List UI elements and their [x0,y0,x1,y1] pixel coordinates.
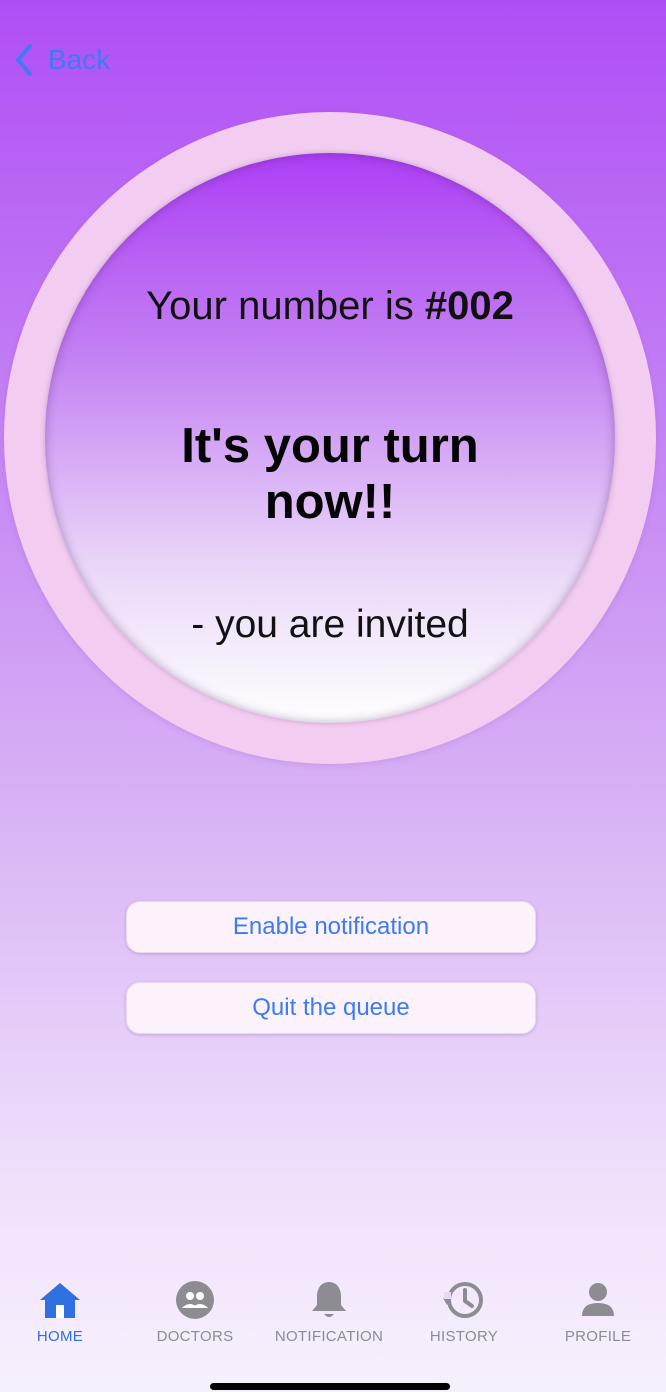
invited-subline: - you are invited [191,603,469,646]
tab-profile[interactable]: PROFILE [533,1270,663,1350]
back-button[interactable]: Back [12,40,110,80]
queue-number-line: Your number is #002 [45,284,615,329]
turn-headline: It's your turn now!! [181,419,479,529]
quit-queue-button[interactable]: Quit the queue [126,982,536,1034]
tab-home[interactable]: HOME [0,1270,125,1350]
queue-number: #002 [424,284,514,328]
home-indicator[interactable] [210,1383,450,1390]
tab-doctors[interactable]: DOCTORS [130,1270,260,1350]
enable-notification-button[interactable]: Enable notification [126,901,536,953]
tab-history[interactable]: HISTORY [399,1270,529,1350]
home-icon [40,1283,80,1318]
tab-notification[interactable]: NOTIFICATION [264,1270,394,1350]
tab-home-label: HOME [36,1328,84,1345]
doctors-group-icon [176,1281,214,1319]
tab-notification-label: NOTIFICATION [274,1328,384,1345]
bell-icon [312,1282,346,1317]
chevron-left-icon [16,44,32,76]
history-icon [443,1282,483,1318]
queue-number-prefix: Your number is [146,284,425,328]
tab-bar: HOME DOCTORS NOTIFICATION HISTORY PROFIL… [0,1270,666,1350]
tab-doctors-label: DOCTORS [156,1328,234,1345]
tab-profile-label: PROFILE [564,1328,632,1345]
back-label: Back [48,44,111,75]
person-icon [582,1283,614,1316]
tab-history-label: HISTORY [429,1328,499,1345]
